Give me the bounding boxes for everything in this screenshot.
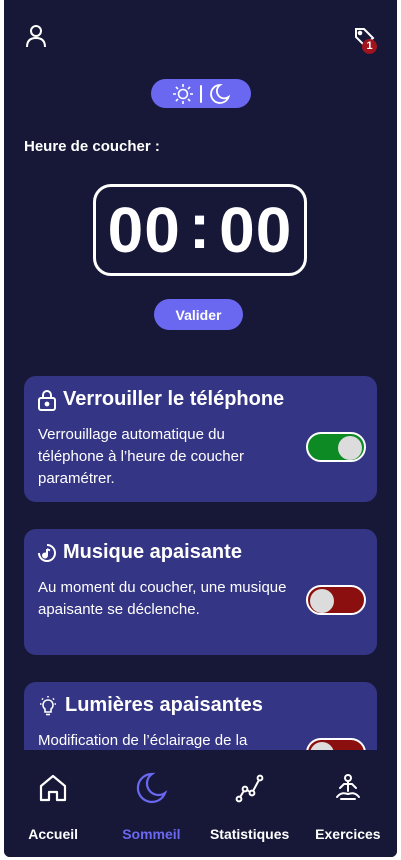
card-title-row: Musique apaisante — [37, 541, 242, 564]
bottom-navigation: Accueil Sommeil Statistiques Exercices — [4, 750, 397, 857]
card-title-row: Verrouiller le téléphone — [37, 388, 284, 411]
toggle-knob — [310, 589, 334, 613]
card-description: Verrouillage automatique du téléphone à … — [38, 426, 244, 487]
nav-item-exercices[interactable]: Exercices — [299, 750, 397, 857]
meditation-icon — [335, 774, 360, 800]
lock-phone-toggle[interactable] — [306, 432, 366, 462]
hours-value[interactable]: 00 — [108, 193, 181, 267]
card-title: Verrouiller le téléphone — [63, 388, 285, 410]
minutes-value[interactable]: 00 — [219, 193, 292, 267]
lightbulb-icon — [40, 695, 56, 715]
user-icon — [26, 25, 46, 48]
features-list[interactable]: Verrouiller le téléphone Verrouillage au… — [4, 360, 397, 750]
nav-label: Statistiques — [209, 826, 290, 842]
soothing-lights-card: Lumières apaisantes Modification de l’éc… — [24, 682, 377, 750]
offers-button[interactable]: 1 — [349, 22, 379, 54]
validate-button[interactable]: Valider — [154, 299, 243, 330]
lock-icon — [38, 389, 56, 411]
soothing-lights-toggle[interactable] — [306, 738, 366, 750]
mode-separator — [200, 84, 202, 103]
moon-icon — [137, 772, 168, 804]
time-separator: : — [188, 190, 212, 262]
card-description: Modification de l’éclairage de la — [38, 732, 248, 749]
day-night-toggle[interactable] — [151, 79, 251, 108]
nav-label: Accueil — [28, 826, 79, 842]
lock-phone-card: Verrouiller le téléphone Verrouillage au… — [24, 376, 377, 502]
toggle-knob — [338, 436, 362, 460]
sun-icon[interactable] — [172, 83, 194, 105]
bedtime-picker[interactable]: 00 : 00 — [93, 184, 307, 276]
nav-label: Exercices — [315, 826, 381, 842]
sleep-screen: 1 Heure de coucher : 00 : 00 Valider Ver… — [4, 0, 397, 857]
card-title: Lumières apaisantes — [65, 694, 263, 716]
nav-label: Sommeil — [122, 826, 181, 842]
card-title-row: Lumières apaisantes — [37, 694, 263, 717]
nav-item-sommeil[interactable]: Sommeil — [102, 750, 200, 857]
soothing-music-toggle[interactable] — [306, 585, 366, 615]
toggle-knob — [310, 742, 334, 750]
nav-item-statistiques[interactable]: Statistiques — [201, 750, 299, 857]
moon-icon[interactable] — [208, 83, 230, 105]
profile-button[interactable] — [22, 22, 50, 50]
nav-item-accueil[interactable]: Accueil — [4, 750, 102, 857]
music-icon — [38, 543, 56, 562]
bedtime-label: Heure de coucher : — [24, 138, 160, 155]
card-description: Au moment du coucher, une musique apaisa… — [38, 579, 287, 618]
card-title: Musique apaisante — [63, 541, 242, 563]
home-icon — [40, 774, 67, 802]
notification-badge: 1 — [362, 39, 377, 54]
soothing-music-card: Musique apaisante Au moment du coucher, … — [24, 529, 377, 655]
chart-icon — [235, 774, 264, 803]
